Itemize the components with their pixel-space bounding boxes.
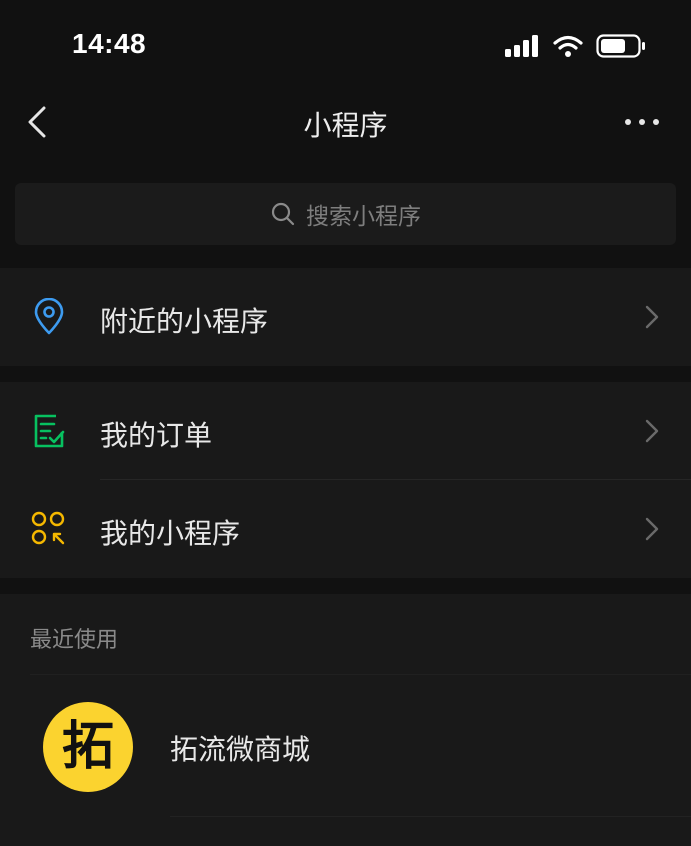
row-divider [170,816,691,817]
chevron-right-icon [645,305,659,329]
recent-section-title: 最近使用 [30,628,119,653]
search-placeholder: 搜索小程序 [306,204,421,230]
battery-icon [596,34,645,58]
my-orders-label: 我的订单 [100,419,213,452]
search-input[interactable]: 搜索小程序 [15,183,676,245]
search-icon [271,202,295,226]
chevron-right-icon [645,419,659,443]
section-divider [30,674,691,675]
orders-group: 我的订单 我的小程序 [0,382,691,578]
chevron-right-icon [645,517,659,541]
nearby-label: 附近的小程序 [100,305,269,338]
app-name: 拓流微商城 [170,733,311,766]
app-logo-glyph: 拓 [61,717,114,777]
nearby-mini-programs-item[interactable]: 附近的小程序 [0,268,691,366]
cellular-signal-icon [505,35,541,57]
app-logo: 拓 [43,702,133,792]
status-bar: 14:48 [0,0,691,90]
my-mini-programs-label: 我的小程序 [100,517,241,550]
status-time: 14:48 [72,28,147,59]
page-title: 小程序 [303,109,388,142]
my-orders-item[interactable]: 我的订单 [0,382,691,480]
nearby-group: 附近的小程序 [0,268,691,366]
mini-programs-icon [31,511,65,545]
wifi-icon [553,35,583,57]
more-icon[interactable] [622,112,662,132]
location-pin-icon [34,298,64,335]
navigation-bar: 小程序 [0,90,691,160]
recent-mini-program-item[interactable]: 拓 拓流微商城 [0,676,691,816]
order-list-icon [34,414,65,448]
my-mini-programs-item[interactable]: 我的小程序 [0,480,691,578]
